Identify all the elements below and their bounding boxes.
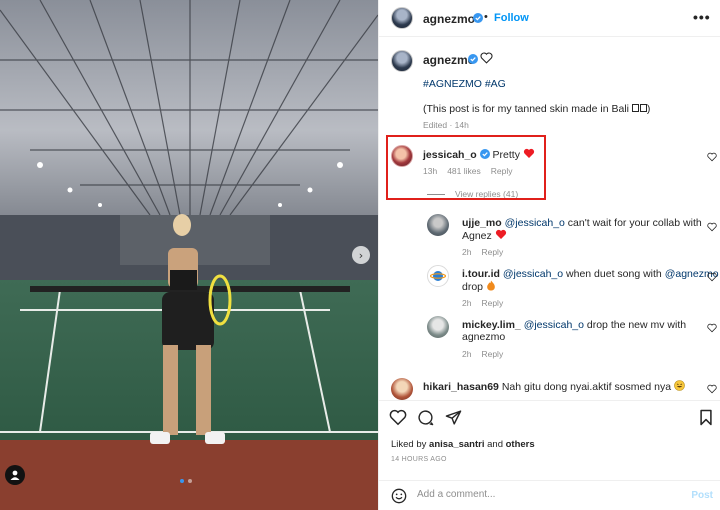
tennis-court-image <box>0 0 378 510</box>
like-comment-heart-icon[interactable] <box>707 384 717 394</box>
reply-ujje: ujje_mo @jessicah_o can't wait for your … <box>462 217 702 229</box>
reply-meta: 2h Reply <box>462 298 513 308</box>
comment-username[interactable]: hikari_hasan69 <box>423 381 499 393</box>
comment-input[interactable] <box>417 489 677 500</box>
post-photo[interactable]: › <box>0 0 378 510</box>
post-timestamp[interactable]: 14 HOURS AGO <box>391 456 447 463</box>
verified-badge-icon <box>473 13 483 23</box>
fire-emoji-icon <box>487 280 495 291</box>
carousel-dot <box>188 479 192 483</box>
mention-link[interactable]: @jessicah_o <box>524 319 584 331</box>
author-username[interactable]: agnezmo <box>423 12 475 26</box>
follow-button[interactable]: Follow <box>494 12 529 24</box>
liked-by-and: and <box>484 439 506 450</box>
reply-mickey: mickey.lim_ @jessicah_o drop the new mv … <box>462 319 686 331</box>
reply-username[interactable]: i.tour.id <box>462 268 500 280</box>
reply-text: can't wait for your collab with <box>564 217 702 229</box>
caption-text-end: ) <box>646 103 651 115</box>
verified-badge-icon <box>468 54 478 64</box>
post-details-panel: agnezmo • Follow ••• agnezmo #AGNEZMO #A… <box>378 0 720 510</box>
liked-by-text: Liked by anisa_santri and others <box>391 439 535 450</box>
post-comment-button[interactable]: Post <box>691 490 713 501</box>
add-comment-bar: Post <box>379 480 720 510</box>
chevron-right-icon: › <box>358 248 364 262</box>
save-bookmark-icon[interactable] <box>699 409 713 426</box>
user-icon <box>10 470 20 480</box>
carousel-dot-active <box>180 479 184 483</box>
more-options-icon[interactable]: ••• <box>693 9 711 25</box>
mention-link[interactable]: @jessicah_o <box>505 217 565 229</box>
reply-mickey-line2: agnezmo <box>462 331 505 343</box>
separator-dot: • <box>484 11 488 23</box>
like-comment-heart-icon[interactable] <box>707 222 717 232</box>
highlight-box <box>386 135 546 200</box>
reply-text: drop <box>462 281 484 293</box>
reply-avatar[interactable] <box>427 265 449 287</box>
reply-time: 2h <box>462 349 472 359</box>
reply-avatar[interactable] <box>427 316 449 338</box>
reply-ujje-line2: Agnez <box>462 229 507 242</box>
caption-author-avatar[interactable] <box>391 50 413 72</box>
reply-button[interactable]: Reply <box>481 349 503 359</box>
next-photo-button[interactable]: › <box>352 246 370 264</box>
reply-avatar[interactable] <box>427 214 449 236</box>
author-username-text[interactable]: agnezmo <box>423 12 475 26</box>
reply-username[interactable]: mickey.lim_ <box>462 319 521 331</box>
caption-text: (This post is for my tanned skin made in… <box>423 103 650 115</box>
emoji-placeholder-icon <box>631 104 639 112</box>
reply-text: Agnez <box>462 230 492 242</box>
liked-by-others[interactable]: others <box>506 439 535 450</box>
mention-link[interactable]: @jessicah_o <box>503 268 563 280</box>
reply-meta: 2h Reply <box>462 349 513 359</box>
post-header: agnezmo • Follow ••• <box>379 0 720 37</box>
reply-button[interactable]: Reply <box>481 298 503 308</box>
caption-meta: Edited · 14h <box>423 120 469 130</box>
reply-text: drop the new mv with <box>583 319 687 331</box>
like-comment-heart-icon[interactable] <box>707 323 717 333</box>
carousel-indicator <box>180 479 192 483</box>
comment-text: Nah gitu dong nyai.aktif sosmed nya <box>501 381 672 393</box>
reply-time: 2h <box>462 247 472 257</box>
emoji-placeholder-icon <box>639 104 647 112</box>
reply-meta: 2h Reply <box>462 247 513 257</box>
reply-time: 2h <box>462 298 472 308</box>
share-paper-plane-icon[interactable] <box>445 409 462 426</box>
reply-text: when duet song with <box>563 268 665 280</box>
reply-text: agnezmo <box>462 331 506 343</box>
globe-logo-icon <box>430 271 446 281</box>
comment-hikari: hikari_hasan69 Nah gitu dong nyai.aktif … <box>423 380 685 393</box>
caption-hashtags[interactable]: #AGNEZMO #AG <box>423 78 506 90</box>
reply-button[interactable]: Reply <box>481 247 503 257</box>
like-comment-heart-icon[interactable] <box>707 272 717 282</box>
reply-itour: i.tour.id @jessicah_o when duet song wit… <box>462 268 719 280</box>
like-comment-heart-icon[interactable] <box>707 152 717 162</box>
like-heart-icon[interactable] <box>389 409 407 426</box>
caption-text-body: (This post is for my tanned skin made in… <box>423 103 632 115</box>
liked-by-prefix: Liked by <box>391 439 430 450</box>
liked-by-user[interactable]: anisa_santri <box>429 439 484 450</box>
reply-itour-line2: drop <box>462 280 496 293</box>
laughing-emoji-icon <box>674 380 685 391</box>
comment-avatar[interactable] <box>391 378 413 400</box>
like-caption-heart-icon[interactable] <box>480 52 493 64</box>
post-actions: Liked by anisa_santri and others 14 HOUR… <box>379 400 720 510</box>
author-avatar[interactable] <box>391 7 413 29</box>
emoji-smiley-icon[interactable] <box>391 488 407 504</box>
tagged-users-button[interactable] <box>5 465 25 485</box>
red-heart-icon <box>495 229 506 239</box>
reply-username[interactable]: ujje_mo <box>462 217 502 229</box>
comment-bubble-icon[interactable] <box>417 409 434 426</box>
